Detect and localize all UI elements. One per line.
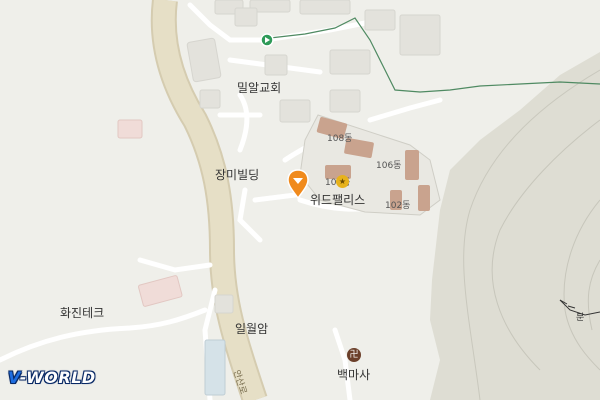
label-bldg-108: 108동 — [327, 134, 353, 144]
temple-icon[interactable]: 卍 — [347, 348, 361, 362]
label-jangmi-building[interactable]: 장미빌딩 — [215, 166, 259, 183]
label-bldg-106: 106동 — [376, 161, 402, 171]
poi-star-icon[interactable]: ★ — [336, 175, 349, 188]
logo-text: -WORLD — [19, 368, 96, 387]
logo-v: V — [8, 368, 20, 387]
label-bldg-102: 102동 — [385, 201, 411, 211]
label-ilwolam[interactable]: 일월암 — [235, 320, 268, 337]
label-wid-palace[interactable]: 위드팰리스 — [310, 191, 365, 208]
label-baekmasa[interactable]: 백마사 — [337, 366, 370, 383]
mountain-area — [430, 52, 600, 400]
map-canvas[interactable]: 밀알교회 장미빌딩 위드팰리스 화진테크 일월암 백마사 108동 106동 1… — [0, 0, 600, 400]
label-trail: 분 — [576, 313, 585, 323]
label-hwajin-tech[interactable]: 화진테크 — [60, 304, 104, 321]
label-church[interactable]: 밀알교회 — [237, 79, 281, 96]
map-base-layer — [0, 0, 600, 400]
vworld-logo: V-WORLD — [8, 368, 96, 387]
